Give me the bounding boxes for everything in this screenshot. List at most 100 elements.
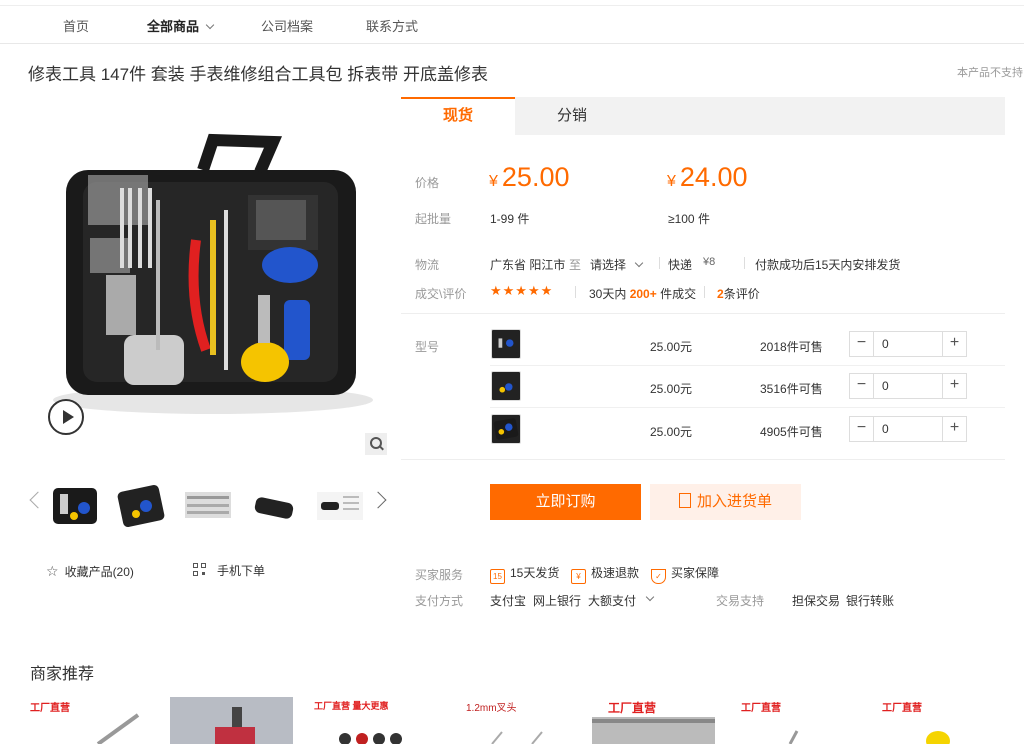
payment-label: 支付方式	[415, 594, 464, 608]
order-now-button[interactable]: 立即订购	[490, 484, 641, 520]
nav-contact[interactable]: 联系方式	[366, 16, 418, 35]
divider	[744, 257, 745, 269]
nav-home[interactable]: 首页	[63, 16, 89, 35]
service-15-day-ship: 15 15天发货	[490, 564, 559, 584]
qty-range-1: 1-99 件	[490, 212, 530, 226]
variant-stock-3: 4905件可售	[760, 425, 823, 439]
divider	[575, 286, 576, 298]
logistics-label: 物流	[415, 258, 440, 272]
recommend-item-5[interactable]: 工厂直营	[592, 697, 715, 744]
price-label: 价格	[415, 176, 440, 190]
recommend-tag: 1.2mm叉头	[466, 703, 517, 714]
variant-thumb-1[interactable]	[491, 329, 521, 359]
buyer-service-label: 买家服务	[415, 568, 464, 582]
shipping-fee: ¥8	[703, 256, 716, 268]
quantity-input[interactable]: 0	[882, 379, 889, 393]
recommend-item-3[interactable]: 工厂直营 量大更惠	[312, 697, 435, 744]
deal-count-value: 200+	[629, 287, 657, 301]
quantity-input[interactable]: 0	[882, 422, 889, 436]
quantity-input[interactable]: 0	[882, 337, 889, 351]
qr-code-icon	[193, 563, 207, 577]
product-title-note: 本产品不支持	[957, 67, 1023, 79]
thumbnail-4[interactable]	[249, 482, 299, 530]
variant-thumb-2[interactable]	[491, 371, 521, 401]
mobile-order[interactable]: 手机下单	[193, 561, 265, 579]
add-to-purchase-list-label: 加入进货单	[696, 493, 772, 510]
rating-stars: ★★★★★	[490, 283, 554, 298]
review-count-link[interactable]: 2条评价	[717, 285, 760, 302]
chevron-down-icon	[634, 258, 644, 268]
product-main-image[interactable]	[28, 100, 390, 462]
increase-button[interactable]: +	[942, 374, 966, 398]
destination-select[interactable]: 请选择	[590, 256, 644, 273]
section-divider	[401, 459, 1005, 460]
service-fast-refund: ¥ 极速退款	[571, 564, 639, 584]
thumbnail-3[interactable]	[183, 482, 233, 530]
shipping-note: 付款成功后15天内安排发货	[755, 258, 901, 272]
price-tier-2: ¥24.00	[667, 162, 747, 193]
product-title: 修表工具 147件 套装 手表维修组合工具包 拆表带 开底盖修表	[28, 65, 488, 84]
increase-button[interactable]: +	[942, 332, 966, 356]
purchase-tabs: 现货 分销	[401, 97, 1005, 135]
section-divider	[401, 313, 1005, 314]
service-buyer-protection: ✓ 买家保障	[651, 564, 719, 584]
destination-select-label: 请选择	[590, 258, 627, 272]
clipboard-icon	[678, 493, 691, 508]
review-count-suffix: 条评价	[723, 287, 760, 301]
thumb-next-icon[interactable]	[369, 491, 387, 509]
zoom-icon[interactable]	[365, 433, 387, 455]
pay-online-bank: 网上银行	[533, 594, 582, 608]
recommend-tag: 工厂直营	[608, 701, 657, 715]
decrease-button[interactable]: −	[850, 417, 874, 441]
chevron-down-icon	[205, 20, 215, 30]
recommend-item-1[interactable]: 工厂直营	[28, 697, 151, 744]
trade-bank-transfer: 银行转账	[846, 594, 895, 608]
service-label: 买家保障	[671, 566, 720, 580]
recommend-item-4[interactable]: 1.2mm叉头	[452, 697, 575, 744]
trade-escrow: 担保交易	[792, 594, 841, 608]
recommend-item-6[interactable]: 工厂直营	[735, 697, 858, 744]
pay-large-amount: 大额支付	[588, 594, 637, 608]
recommend-tag: 工厂直营 量大更惠	[314, 701, 389, 711]
divider	[704, 286, 705, 298]
recommend-tag: 工厂直营	[882, 703, 922, 714]
trade-support-label: 交易支持	[716, 594, 765, 608]
merchant-recommend-title: 商家推荐	[30, 666, 95, 683]
recommend-tag: 工厂直营	[30, 703, 70, 714]
price-value-2: 24.00	[679, 162, 748, 192]
tab-distribution[interactable]: 分销	[515, 97, 629, 135]
thumb-prev-icon[interactable]	[29, 491, 47, 509]
add-to-purchase-list-button[interactable]: 加入进货单	[650, 484, 801, 520]
nav-all-products-label: 全部商品	[147, 19, 200, 34]
shield-icon: ✓	[651, 569, 666, 584]
ship-from: 广东省 阳江市	[490, 258, 566, 272]
recommend-item-7[interactable]: 工厂直营	[876, 697, 999, 744]
deals-reviews-label: 成交\评价	[415, 287, 467, 301]
decrease-button[interactable]: −	[850, 374, 874, 398]
thumbnail-2[interactable]	[116, 482, 166, 530]
divider	[659, 257, 660, 269]
star-outline-icon: ☆	[46, 563, 59, 579]
variant-price-3: 25.00元	[650, 425, 693, 439]
currency-symbol: ¥	[667, 173, 676, 190]
deal-count: 30天内 200+ 件成交	[589, 285, 696, 302]
favorite-product[interactable]: ☆ 收藏产品(20)	[46, 563, 134, 580]
chevron-down-icon[interactable]	[645, 592, 655, 602]
variant-price-2: 25.00元	[650, 382, 693, 396]
tab-in-stock[interactable]: 现货	[401, 97, 515, 135]
pay-alipay: 支付宝	[490, 594, 527, 608]
recommend-image	[170, 697, 293, 744]
play-video-icon[interactable]	[48, 399, 84, 435]
variant-thumb-3[interactable]	[491, 414, 521, 444]
decrease-button[interactable]: −	[850, 332, 874, 356]
nav-company-profile[interactable]: 公司档案	[261, 16, 313, 35]
recommend-item-2[interactable]	[170, 697, 293, 744]
thumbnail-1[interactable]	[50, 482, 100, 530]
recommend-tag: 工厂直营	[741, 703, 781, 714]
thumbnail-5[interactable]	[315, 482, 365, 530]
increase-button[interactable]: +	[942, 417, 966, 441]
moq-label: 起批量	[415, 212, 452, 226]
nav-all-products[interactable]: 全部商品	[147, 16, 215, 35]
quantity-stepper-2: −0 +	[849, 373, 967, 399]
variant-price-1: 25.00元	[650, 340, 693, 354]
